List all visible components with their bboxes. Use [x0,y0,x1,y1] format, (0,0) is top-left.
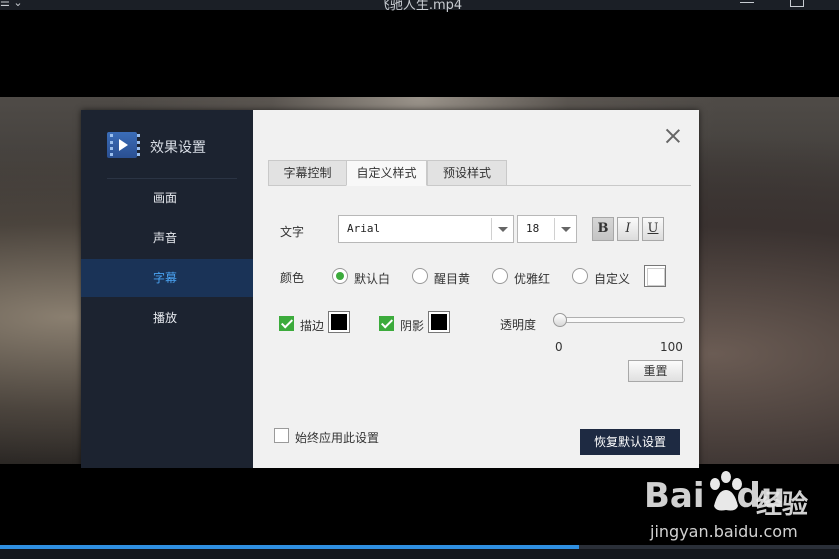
underline-button[interactable]: U [642,217,664,241]
sidebar-item-picture[interactable]: 画面 [81,179,253,217]
font-family-value: Arial [347,222,381,235]
shadow-label: 阴影 [400,319,425,333]
color-bright-yellow-label: 醒目黄 [434,272,471,286]
dialog-title: 效果设置 [150,140,206,156]
shadow-color-swatch[interactable] [428,311,450,333]
film-icon [107,132,140,158]
effects-settings-dialog: 效果设置 画面 声音 字幕 播放 字幕控制 自定义样式 预设样式 文字 Aria… [81,110,699,468]
baidu-jingyan-watermark: Bai du 经验 jingyan.baidu.com [644,470,834,550]
shadow-checkbox[interactable] [379,316,394,331]
stroke-label: 描边 [300,319,325,333]
italic-button[interactable]: I [617,217,639,241]
minimize-icon[interactable] [740,0,754,3]
color-custom-radio[interactable] [572,268,588,284]
opacity-max-label: 100 [660,340,683,354]
always-apply-checkbox[interactable] [274,428,289,443]
color-elegant-red-radio[interactable] [492,268,508,284]
color-custom-label: 自定义 [594,272,631,286]
sidebar-item-audio[interactable]: 声音 [81,219,253,257]
settings-sidebar: 效果设置 画面 声音 字幕 播放 [81,110,253,468]
control-bar [0,549,839,559]
font-size-select[interactable]: 18 [517,215,577,243]
video-title: 飞驰人生.mp4 [376,0,463,13]
chevron-down-icon [491,218,513,240]
player-title-bar: ☰ ⌄ 飞驰人生.mp4 [0,0,839,13]
font-size-value: 18 [526,222,540,235]
bold-button[interactable]: B [592,217,614,241]
text-label: 文字 [280,225,305,239]
chevron-down-icon [554,218,576,240]
font-family-select[interactable]: Arial [338,215,514,243]
tab-custom-style[interactable]: 自定义样式 [346,160,427,186]
tab-preset-style[interactable]: 预设样式 [427,160,507,186]
opacity-slider-track[interactable] [555,317,685,323]
stroke-checkbox[interactable] [279,316,294,331]
watermark-product: 经验 [756,490,809,520]
watermark-url: jingyan.baidu.com [650,522,798,541]
maximize-icon[interactable] [790,0,804,7]
reset-button[interactable]: 重置 [628,360,683,382]
custom-color-swatch[interactable] [644,265,666,287]
stroke-color-swatch[interactable] [328,311,350,333]
color-default-white-label: 默认白 [354,272,391,286]
sidebar-item-subtitles[interactable]: 字幕 [81,259,253,297]
opacity-min-label: 0 [555,340,563,354]
opacity-label: 透明度 [500,318,537,332]
sidebar-header: 效果设置 [107,132,247,160]
settings-tabs: 字幕控制 自定义样式 预设样式 [268,160,691,186]
restore-defaults-button[interactable]: 恢复默认设置 [580,429,680,455]
baidu-paw-icon [710,471,742,511]
always-apply-label: 始终应用此设置 [295,431,380,445]
color-elegant-red-label: 优雅红 [514,272,551,286]
tab-subtitle-control[interactable]: 字幕控制 [268,160,347,186]
opacity-slider-thumb[interactable] [553,313,567,327]
close-icon[interactable] [665,128,681,144]
sidebar-item-playback[interactable]: 播放 [81,299,253,337]
color-default-white-radio[interactable] [332,268,348,284]
color-label: 颜色 [280,271,305,285]
color-bright-yellow-radio[interactable] [412,268,428,284]
